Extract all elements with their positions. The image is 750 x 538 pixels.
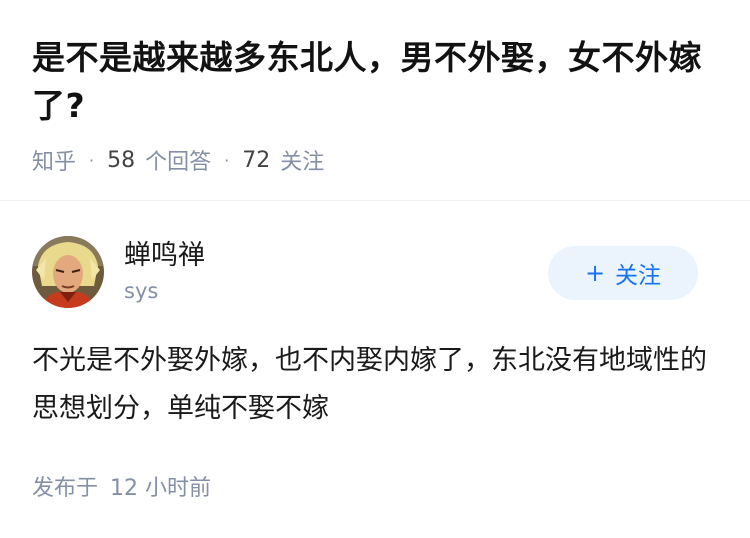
source-label[interactable]: 知乎 [32, 144, 76, 176]
publish-info: 发布于 12 小时前 [32, 470, 211, 502]
question-header: 是不是越来越多东北人，男不外娶，女不外嫁了? 知乎 · 58 个回答 · 72 … [0, 0, 750, 175]
avatar[interactable] [32, 236, 104, 308]
author-subtitle: sys [124, 279, 159, 303]
meta-separator: · [224, 150, 230, 170]
plus-icon: + [584, 259, 606, 287]
section-divider [0, 200, 750, 201]
author-row: 蝉鸣禅 sys + 关注 [32, 236, 698, 308]
question-meta: 知乎 · 58 个回答 · 72 关注 [32, 144, 718, 176]
answer-content[interactable]: 不光是不外娶外嫁，也不内娶内嫁了，东北没有地域性的思想划分，单纯不娶不嫁 [32, 337, 710, 433]
answers-count: 58 [107, 147, 136, 173]
followers-count: 72 [242, 147, 271, 173]
follow-button[interactable]: + 关注 [548, 246, 698, 300]
meta-separator: · [89, 150, 95, 170]
answer-page: 是不是越来越多东北人，男不外娶，女不外嫁了? 知乎 · 58 个回答 · 72 … [0, 0, 750, 538]
author-info: 蝉鸣禅 sys [124, 238, 205, 306]
author-name[interactable]: 蝉鸣禅 [124, 238, 205, 274]
answers-label[interactable]: 个回答 [145, 144, 211, 176]
question-title[interactable]: 是不是越来越多东北人，男不外娶，女不外嫁了? [32, 34, 718, 130]
published-label: 发布于 [32, 476, 99, 501]
published-time: 12 小时前 [110, 476, 212, 501]
follow-label: 关注 [615, 263, 662, 289]
avatar-image [32, 236, 104, 308]
followers-label: 关注 [280, 150, 325, 175]
